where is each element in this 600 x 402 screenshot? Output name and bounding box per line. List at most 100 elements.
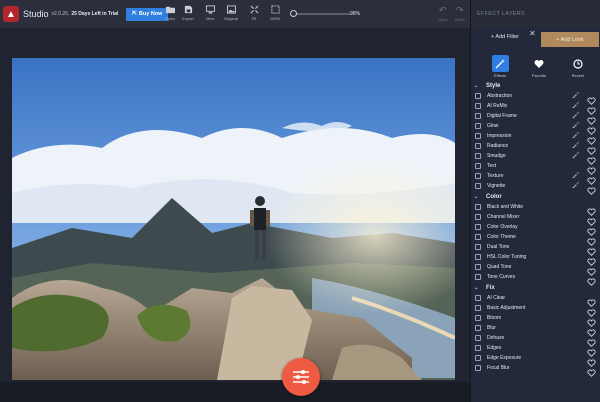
chevron-down-icon: ⌄ <box>474 193 479 200</box>
filter-item[interactable]: Abstraction 🖌 <box>471 91 600 105</box>
favorite-heart-icon[interactable] <box>587 263 596 276</box>
favorite-heart-icon[interactable] <box>587 172 596 185</box>
filter-item[interactable]: Digital Frame 🖌 <box>471 111 600 125</box>
filter-name: Color Overlay <box>487 224 518 230</box>
favorite-heart-icon[interactable] <box>587 182 596 195</box>
favorite-heart-icon[interactable] <box>587 213 596 226</box>
redo-button[interactable]: ↷ Redo <box>455 6 465 23</box>
brush-icon[interactable]: 🖌 <box>572 173 580 180</box>
favorite-heart-icon[interactable] <box>587 253 596 266</box>
filter-item[interactable]: Tone Curves <box>471 272 600 286</box>
mountain-hiker-photo <box>12 58 455 380</box>
favorite-heart-icon[interactable] <box>587 304 596 317</box>
zoom-slider[interactable] <box>292 13 350 15</box>
filter-item[interactable]: Text <box>471 161 600 175</box>
zoom-slider-handle[interactable] <box>290 10 297 17</box>
tab-favorite[interactable]: Favorite <box>528 55 550 78</box>
filter-item[interactable]: Bloom <box>471 313 600 327</box>
filter-item[interactable]: AI ReMix 🖌 <box>471 101 600 115</box>
filter-item[interactable]: Radiance 🖌 <box>471 141 600 155</box>
favorite-heart-icon[interactable] <box>587 102 596 115</box>
brush-icon[interactable]: 🖌 <box>572 143 580 150</box>
filter-item[interactable]: Dehaze <box>471 333 600 347</box>
favorite-heart-icon[interactable] <box>587 233 596 246</box>
favorite-heart-icon[interactable] <box>587 354 596 367</box>
add-filter-button[interactable]: + Add Filter <box>491 34 519 40</box>
favorite-heart-icon[interactable] <box>587 92 596 105</box>
favorite-heart-icon[interactable] <box>587 344 596 357</box>
filter-item[interactable]: Smudge 🖌 <box>471 151 600 165</box>
actual-size-button[interactable]: 100% <box>265 5 285 21</box>
filter-name: Texture <box>487 173 504 179</box>
tab-effects[interactable]: Effects <box>489 55 511 78</box>
filter-name: Edge Exposure <box>487 355 522 361</box>
filter-icon <box>475 113 481 119</box>
open-button[interactable]: Open <box>160 5 180 21</box>
favorite-heart-icon[interactable] <box>587 294 596 307</box>
filter-item[interactable]: Texture 🖌 <box>471 171 600 185</box>
filter-item[interactable]: Channel Mixer <box>471 212 600 226</box>
filter-item[interactable]: Dual Tone <box>471 242 600 256</box>
favorite-heart-icon[interactable] <box>587 152 596 165</box>
filter-name: Tone Curves <box>487 274 516 280</box>
tab-recent-label: Recent <box>571 73 585 78</box>
section-header[interactable]: ⌄ Fix <box>471 282 600 293</box>
filter-item[interactable]: Vignette 🖌 <box>471 181 600 195</box>
brush-icon[interactable]: 🖌 <box>572 93 580 100</box>
filter-item[interactable]: Impression 🖌 <box>471 131 600 145</box>
undo-button[interactable]: ↶ Undo <box>438 6 448 23</box>
filter-item[interactable]: Blur <box>471 323 600 337</box>
brush-icon[interactable]: 🖌 <box>572 123 580 130</box>
favorite-heart-icon[interactable] <box>587 142 596 155</box>
filter-item[interactable]: Color Theme <box>471 232 600 246</box>
filter-item[interactable]: Edges <box>471 343 600 357</box>
filter-icon <box>475 365 481 371</box>
brush-icon[interactable]: 🖌 <box>572 113 580 120</box>
filter-item[interactable]: Edge Exposure <box>471 353 600 367</box>
favorite-heart-icon[interactable] <box>587 243 596 256</box>
add-look-button[interactable]: + Add Look <box>541 32 599 47</box>
brush-icon[interactable]: 🖌 <box>572 183 580 190</box>
favorite-heart-icon[interactable] <box>587 223 596 236</box>
view-button[interactable]: View <box>200 5 220 21</box>
filter-item[interactable]: Quad Tone <box>471 262 600 276</box>
filter-item[interactable]: Focal Blur <box>471 363 600 377</box>
undo-label: Undo <box>438 17 448 22</box>
fit-button[interactable]: Fit <box>244 5 264 21</box>
filter-icon <box>475 305 481 311</box>
filter-icon <box>475 103 481 109</box>
filter-item[interactable]: AI Clear <box>471 293 600 307</box>
export-button[interactable]: Export <box>178 5 198 21</box>
filter-icon <box>475 315 481 321</box>
close-icon[interactable]: ✕ <box>529 29 536 38</box>
favorite-heart-icon[interactable] <box>587 364 596 377</box>
brush-icon[interactable]: 🖌 <box>572 133 580 140</box>
filter-item[interactable]: Black and White <box>471 202 600 216</box>
filter-name: Radiance <box>487 143 509 149</box>
fit-label: Fit <box>251 16 257 21</box>
filter-icon <box>475 325 481 331</box>
filter-item[interactable]: Color Overlay <box>471 222 600 236</box>
favorite-heart-icon[interactable] <box>587 314 596 327</box>
filter-item[interactable]: HSL Color Tuning <box>471 252 600 266</box>
filter-name: AI ReMix <box>487 103 508 109</box>
favorite-heart-icon[interactable] <box>587 273 596 286</box>
chevron-down-icon: ⌄ <box>474 82 479 89</box>
favorite-heart-icon[interactable] <box>587 334 596 347</box>
tab-recent[interactable]: Recent <box>567 55 589 78</box>
brush-icon[interactable]: 🖌 <box>572 153 580 160</box>
favorite-heart-icon[interactable] <box>587 122 596 135</box>
adjustments-button[interactable] <box>282 358 320 396</box>
filter-item[interactable]: Glow 🖌 <box>471 121 600 135</box>
filter-item[interactable]: Basic Adjustment <box>471 303 600 317</box>
filter-name: Smudge <box>487 153 506 159</box>
section-header[interactable]: ⌄ Color <box>471 191 600 202</box>
original-button[interactable]: Original <box>221 5 241 21</box>
brush-icon[interactable]: 🖌 <box>572 103 580 110</box>
favorite-heart-icon[interactable] <box>587 203 596 216</box>
section-header[interactable]: ⌄ Style <box>471 80 600 91</box>
favorite-heart-icon[interactable] <box>587 112 596 125</box>
favorite-heart-icon[interactable] <box>587 132 596 145</box>
favorite-heart-icon[interactable] <box>587 162 596 175</box>
favorite-heart-icon[interactable] <box>587 324 596 337</box>
